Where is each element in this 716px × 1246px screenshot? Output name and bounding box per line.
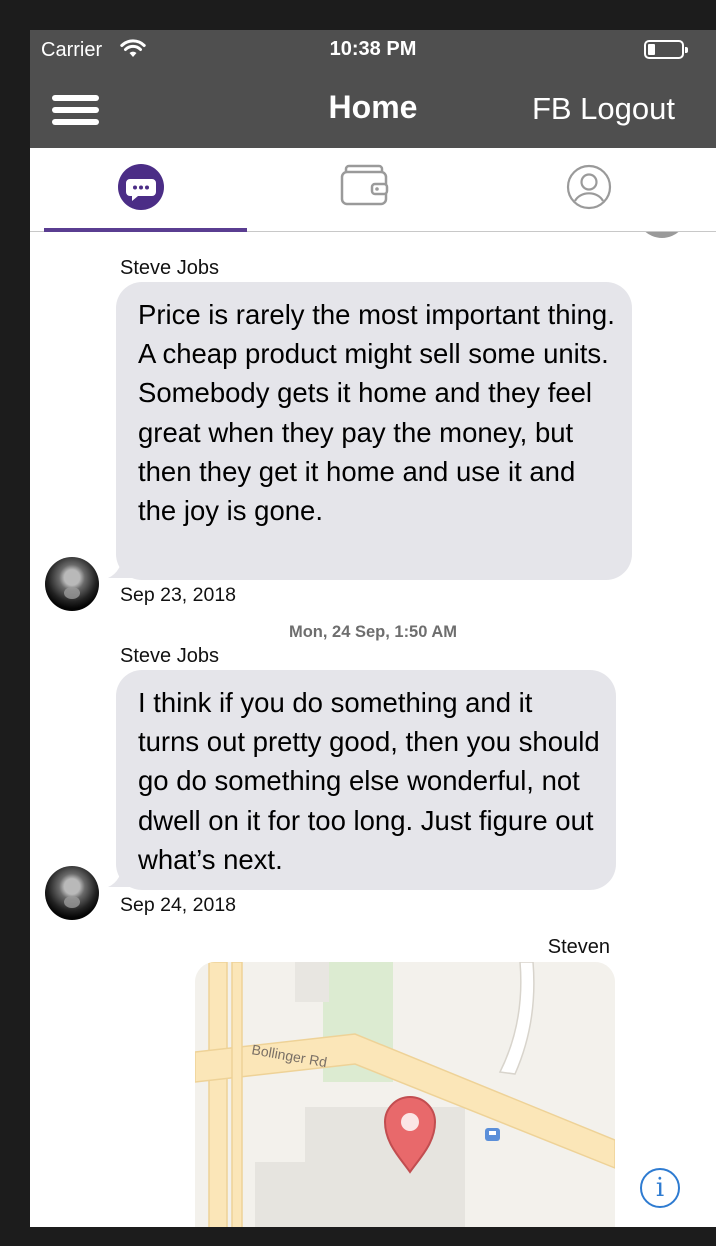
message-sender: Steve Jobs: [120, 645, 219, 667]
location-map[interactable]: Bollinger Rd: [195, 962, 615, 1227]
fb-logout-button[interactable]: FB Logout: [532, 91, 675, 127]
tab-chat[interactable]: [44, 148, 247, 233]
message-sender: Steven: [547, 936, 610, 958]
wallet-icon: [340, 164, 389, 206]
nav-bar: Home FB Logout: [30, 70, 716, 148]
status-time: 10:38 PM: [329, 38, 417, 60]
info-icon[interactable]: i: [640, 1168, 680, 1208]
avatar: [45, 557, 99, 611]
battery-icon: [644, 40, 688, 59]
message-date: Sep 24, 2018: [120, 894, 237, 916]
message-sender: Steve Jobs: [120, 257, 219, 279]
day-separator: Mon, 24 Sep, 1:50 AM: [288, 623, 458, 641]
tab-profile[interactable]: [490, 148, 693, 232]
chat-bubble-icon: [118, 164, 164, 210]
tab-bar: [30, 148, 716, 233]
message-bubble[interactable]: Price is rarely the most important thing…: [116, 282, 632, 580]
avatar: [45, 866, 99, 920]
avatar: [635, 232, 689, 238]
status-bar: Carrier 10:38 PM: [30, 30, 716, 70]
profile-icon: [566, 164, 612, 210]
tab-wallet[interactable]: [261, 148, 464, 232]
message-date: Sep 23, 2018: [120, 584, 237, 606]
chat-area[interactable]: Steve Jobs Price is rarely the most impo…: [30, 232, 716, 1227]
message-bubble[interactable]: I think if you do something and it turns…: [116, 670, 616, 890]
